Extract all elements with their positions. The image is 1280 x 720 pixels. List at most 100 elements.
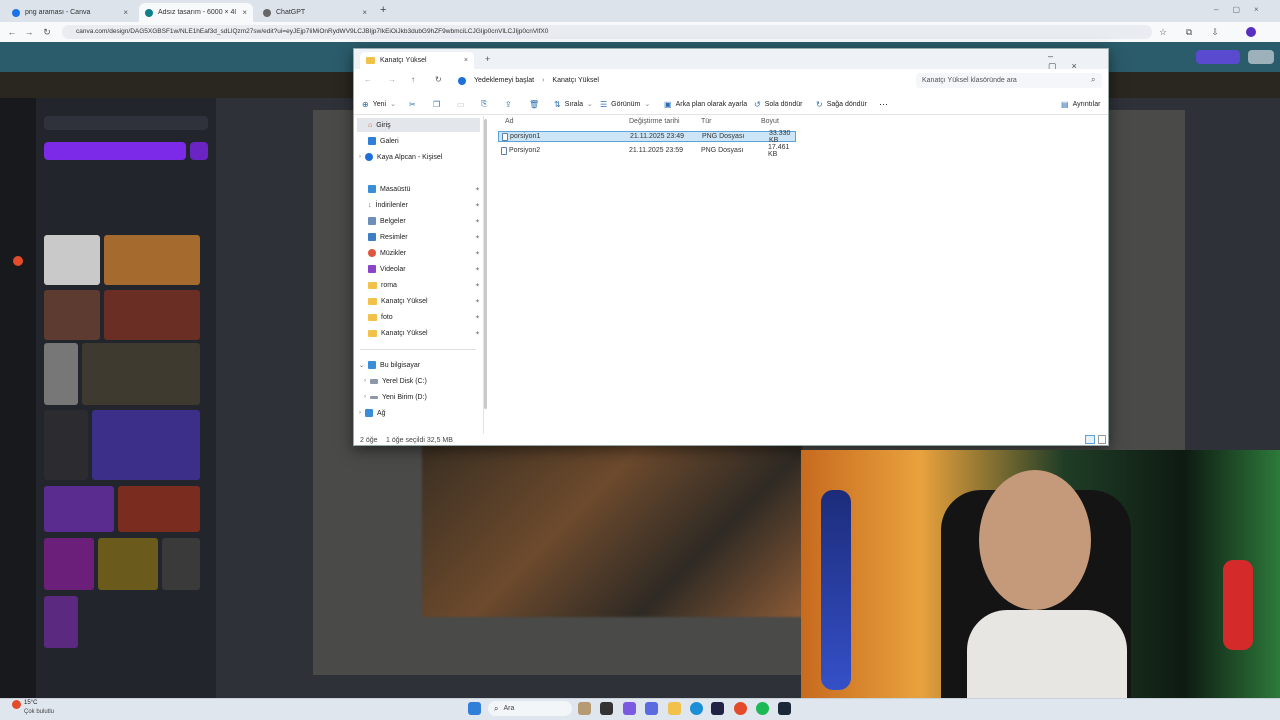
copilot-icon[interactable] <box>623 702 636 715</box>
extensions-icon[interactable]: ⧉ <box>1182 25 1196 39</box>
close-icon[interactable]: × <box>464 57 468 64</box>
search-input[interactable]: Kanatçı Yüksel klasöründe ara <box>916 73 1102 88</box>
nav-item-roma[interactable]: roma ✦ <box>368 278 480 292</box>
pin-icon[interactable]: ✦ <box>475 266 480 273</box>
pin-icon[interactable]: ✦ <box>475 250 480 257</box>
forward-icon[interactable]: → <box>22 25 36 39</box>
canva-thumbnail[interactable] <box>44 538 94 590</box>
canva-thumbnail[interactable] <box>44 343 78 405</box>
nav-item-onedrive[interactable]: › Kaya Alpcan - Kişisel <box>359 150 471 164</box>
canva-share-button[interactable] <box>1196 50 1240 64</box>
nav-item-music[interactable]: Müzikler ✦ <box>368 246 480 260</box>
nav-item-pictures[interactable]: Resimler ✦ <box>368 230 480 244</box>
pin-icon[interactable]: ✦ <box>475 282 480 289</box>
canva-thumbnail[interactable] <box>92 410 200 480</box>
pin-icon[interactable]: ✦ <box>475 186 480 193</box>
weather-icon[interactable] <box>12 700 21 709</box>
browser-tab-canva-search[interactable]: png araması - Canva × <box>6 3 134 22</box>
nav-item-home[interactable]: ⌂ Giriş <box>357 118 480 132</box>
canva-thumbnail[interactable] <box>104 290 200 340</box>
column-header-date[interactable]: Değiştirme tarihi <box>629 118 680 125</box>
column-header-type[interactable]: Tür <box>701 118 712 125</box>
nav-item-documents[interactable]: Belgeler ✦ <box>368 214 480 228</box>
rotate-right-button[interactable]: ↻ Sağa döndür <box>816 97 867 111</box>
file-explorer-icon[interactable] <box>668 702 681 715</box>
canva-thumbnail[interactable] <box>44 235 100 285</box>
teams-icon[interactable] <box>645 702 658 715</box>
canva-search-input[interactable] <box>44 116 208 130</box>
nav-item-this-pc[interactable]: ⌄ Bu bilgisayar <box>359 358 471 372</box>
delete-button[interactable]: 🗑 <box>529 97 539 111</box>
food-photo[interactable] <box>422 445 802 617</box>
canva-thumbnail[interactable] <box>44 486 114 532</box>
edge-icon[interactable] <box>690 702 703 715</box>
rename-button[interactable]: ⎘ <box>481 97 487 111</box>
window-controls[interactable]: –▢× <box>1214 5 1273 14</box>
chrome-icon[interactable] <box>734 702 747 715</box>
back-icon[interactable]: ← <box>5 25 19 39</box>
refresh-icon[interactable]: ↻ <box>435 75 442 84</box>
breadcrumb-item[interactable]: Yedeklemeyi başlat <box>474 77 534 84</box>
canva-thumbnail[interactable] <box>44 410 88 480</box>
cut-button[interactable]: ✂ <box>409 97 416 111</box>
browser-tab-design[interactable]: Adsız tasarım - 6000 × 4000 px × <box>139 3 253 22</box>
canva-thumbnail[interactable] <box>104 235 200 285</box>
back-icon[interactable]: ← <box>364 75 372 84</box>
copy-button[interactable]: ❐ <box>433 97 440 111</box>
widget-icon[interactable] <box>578 702 591 715</box>
column-header-size[interactable]: Boyut <box>761 118 779 125</box>
pin-icon[interactable]: ✦ <box>475 298 480 305</box>
set-background-button[interactable]: ▣ Arka plan olarak ayarla <box>664 97 747 111</box>
file-row[interactable]: porsiyon1 21.11.2025 23:49 PNG Dosyası 3… <box>498 130 796 144</box>
file-row[interactable]: Porsiyon2 21.11.2025 23:59 PNG Dosyası 1… <box>498 144 796 158</box>
paste-button[interactable]: ▭ <box>457 97 465 111</box>
canva-thumbnail[interactable] <box>98 538 158 590</box>
rotate-left-button[interactable]: ↺ Sola döndür <box>754 97 802 111</box>
new-button[interactable]: ⊕ Yeni ⌄ <box>362 97 396 111</box>
breadcrumb-item[interactable]: Kanatçı Yüksel <box>552 77 599 84</box>
store-icon[interactable] <box>711 702 724 715</box>
column-header-name[interactable]: Ad <box>505 118 514 125</box>
sort-button[interactable]: ⇅ Sırala ⌄ <box>554 97 593 111</box>
url-input[interactable]: canva.com/design/DAG5XGBSF1w/NLE1hEaf3d_… <box>62 25 1152 39</box>
up-icon[interactable]: ↑ <box>411 75 415 84</box>
canva-thumbnail[interactable] <box>118 486 200 532</box>
canva-menu-button[interactable] <box>1248 50 1274 64</box>
download-icon[interactable]: ⇩ <box>1208 25 1222 39</box>
nav-item-kanatci-yuksel-2[interactable]: Kanatçı Yüksel ✦ <box>368 326 480 340</box>
windows-start-icon[interactable] <box>468 702 481 715</box>
pin-icon[interactable]: ✦ <box>475 218 480 225</box>
spotify-icon[interactable] <box>756 702 769 715</box>
nav-item-drive-d[interactable]: › Yeni Birim (D:) <box>364 390 476 404</box>
nav-item-foto[interactable]: foto ✦ <box>368 310 480 324</box>
canva-thumbnail[interactable] <box>44 596 78 648</box>
tiles-view-toggle[interactable] <box>1098 435 1106 444</box>
new-tab-button[interactable]: + <box>380 4 386 16</box>
close-icon[interactable]: × <box>123 8 128 17</box>
pin-icon[interactable]: ✦ <box>475 234 480 241</box>
details-button[interactable]: ▤ Ayrıntılar <box>1061 97 1100 111</box>
weather-temp[interactable]: 15°C <box>24 700 37 706</box>
star-icon[interactable]: ☆ <box>1156 25 1170 39</box>
task-view-icon[interactable] <box>600 702 613 715</box>
details-view-toggle[interactable] <box>1085 435 1095 444</box>
explorer-tab[interactable]: Kanatçı Yüksel × <box>360 52 474 69</box>
pin-icon[interactable]: ✦ <box>475 330 480 337</box>
pin-icon[interactable]: ✦ <box>475 202 480 209</box>
nav-item-kanatci-yuksel[interactable]: Kanatçı Yüksel ✦ <box>368 294 480 308</box>
canva-thumbnail[interactable] <box>82 343 200 405</box>
browser-tab-chatgpt[interactable]: ChatGPT × <box>257 3 373 22</box>
close-icon[interactable]: × <box>362 8 367 17</box>
nav-item-gallery[interactable]: Galeri <box>368 134 480 148</box>
reload-icon[interactable]: ↻ <box>40 25 54 39</box>
nav-item-downloads[interactable]: ↓ İndirilenler ✦ <box>368 198 480 212</box>
nav-scrollbar[interactable] <box>484 119 487 409</box>
steam-icon[interactable] <box>778 702 791 715</box>
canva-upload-button[interactable] <box>44 142 186 160</box>
nav-item-network[interactable]: › Ağ <box>359 406 471 420</box>
forward-icon[interactable]: → <box>388 75 396 84</box>
canva-app-icon[interactable] <box>13 256 23 266</box>
close-icon[interactable]: × <box>242 8 247 17</box>
taskbar-search[interactable]: ⌕ Ara <box>488 701 572 716</box>
more-button[interactable]: ⋯ <box>879 97 888 111</box>
